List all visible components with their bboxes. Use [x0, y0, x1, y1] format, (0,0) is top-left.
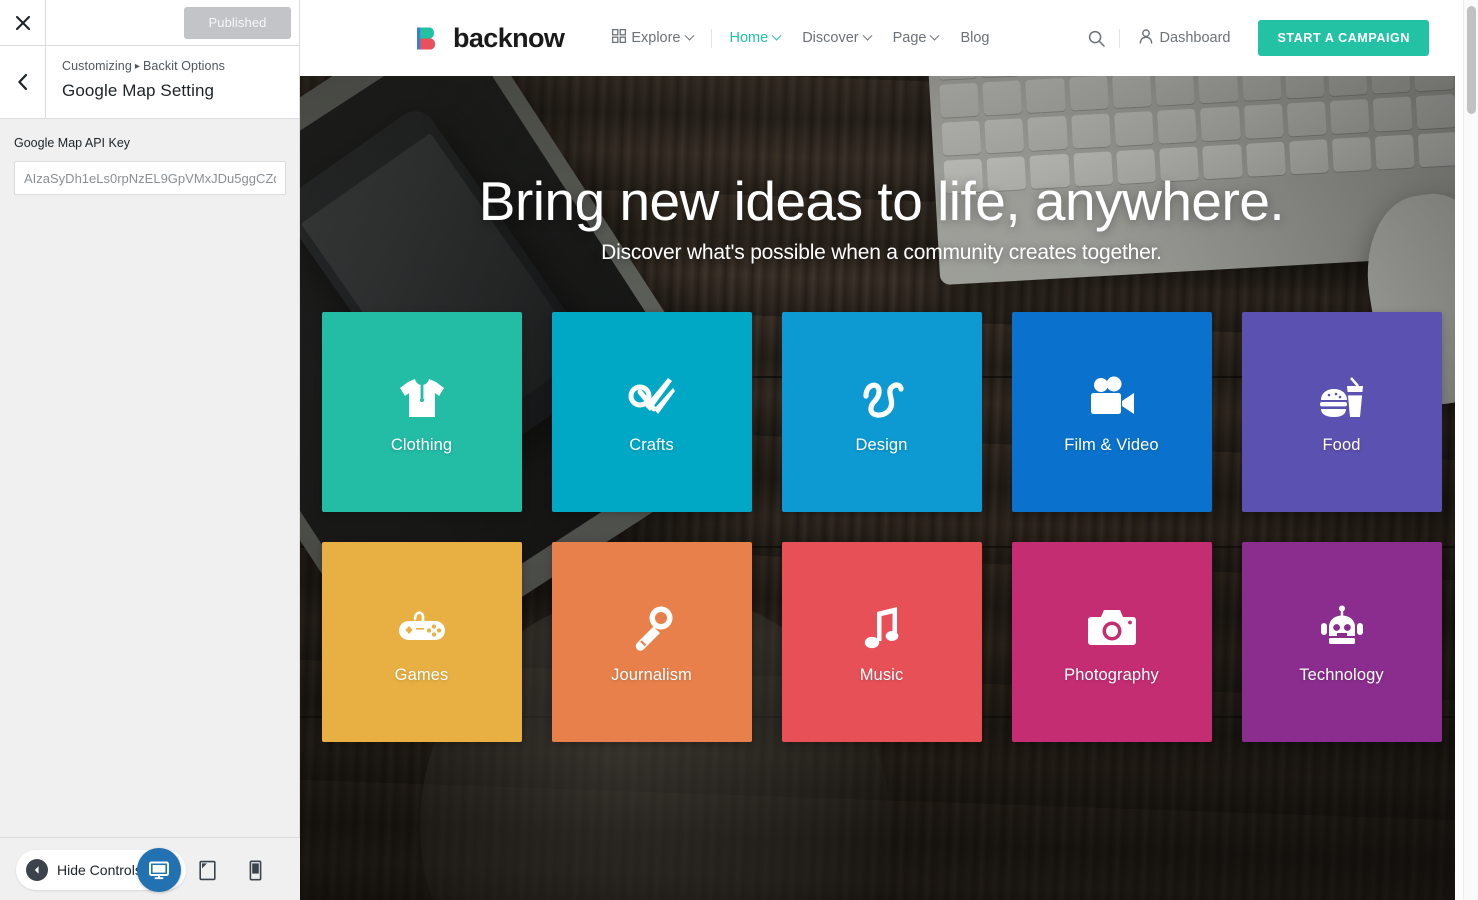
category-label: Design: [855, 435, 908, 454]
user-icon: [1139, 28, 1153, 48]
nav-item-discover[interactable]: Discover: [791, 30, 881, 46]
breadcrumb-section: Backit Options: [143, 59, 225, 73]
microphone-icon: [628, 600, 676, 656]
customizer-app: Published Customizing ▸ Backit Options Goo…: [0, 0, 1478, 900]
previewed-website: backnow Explore Home Discover Page Blog …: [300, 0, 1463, 900]
music-note-icon: [861, 600, 903, 656]
site-logo[interactable]: backnow: [417, 22, 565, 54]
category-tile-photography[interactable]: Photography: [1011, 542, 1212, 742]
category-label: Journalism: [611, 665, 692, 684]
customizer-footer: Hide Controls: [0, 837, 300, 900]
squiggle-icon: [858, 370, 906, 426]
dashboard-label: Dashboard: [1159, 30, 1231, 46]
nav-item-blog[interactable]: Blog: [949, 30, 1000, 46]
chevron-down-icon: [930, 30, 940, 41]
nav-label-discover: Discover: [802, 30, 859, 46]
category-label: Technology: [1299, 665, 1384, 684]
site-main-nav: Explore Home Discover Page Blog: [601, 28, 1000, 48]
hide-controls-label: Hide Controls: [57, 862, 142, 878]
category-label: Photography: [1064, 665, 1159, 684]
nav-item-page[interactable]: Page: [882, 30, 950, 46]
breadcrumb-root: Customizing: [62, 59, 132, 73]
burger-drink-icon: [1318, 370, 1366, 426]
publish-button[interactable]: Published: [184, 6, 291, 39]
category-tile-food[interactable]: Food: [1241, 312, 1442, 512]
caret-left-circle-icon: [26, 859, 48, 881]
category-label: Games: [394, 665, 449, 684]
nav-label-blog: Blog: [960, 30, 990, 46]
nav-label-explore: Explore: [631, 30, 681, 46]
hero-subtitle: Discover what's possible when a communit…: [601, 241, 1162, 264]
category-label: Clothing: [390, 435, 453, 454]
preview-scrollbar-thumb[interactable]: [1467, 6, 1476, 114]
chevron-left-icon[interactable]: [0, 46, 46, 118]
category-tile-crafts[interactable]: Crafts: [551, 312, 752, 512]
page-title: Google Map Setting: [62, 81, 215, 100]
mobile-icon[interactable]: [244, 859, 266, 881]
category-tile-music[interactable]: Music: [781, 542, 982, 742]
category-label: Music: [859, 665, 904, 684]
nav-label-page: Page: [892, 30, 927, 46]
category-tile-design[interactable]: Design: [781, 312, 982, 512]
customizer-topbar: Published: [0, 0, 299, 46]
category-tile-film-and-video[interactable]: Film & Video: [1011, 312, 1212, 512]
camera-icon: [1087, 600, 1137, 656]
category-tile-journalism[interactable]: Journalism: [551, 542, 752, 742]
category-label: Crafts: [629, 435, 674, 454]
breadcrumb: Customizing ▸ Backit Options: [62, 58, 285, 76]
site-brand-name: backnow: [453, 22, 565, 53]
chevron-down-icon: [684, 30, 694, 41]
nav-item-home[interactable]: Home: [719, 30, 792, 46]
preview-right-margin: [1455, 0, 1463, 900]
chevron-down-icon: [771, 30, 782, 41]
backnow-logo-icon: [417, 25, 444, 52]
category-tile-games[interactable]: Games: [321, 542, 522, 742]
site-header: backnow Explore Home Discover Page Blog …: [300, 0, 1463, 76]
hero-section: Bring new ideas to life, anywhere. Disco…: [300, 76, 1463, 900]
category-grid: Clothing Crafts Design Film & Video Food…: [321, 312, 1442, 742]
publish-area: Published: [46, 0, 299, 45]
category-label: Film & Video: [1064, 435, 1159, 454]
actions-divider: [1118, 28, 1120, 48]
nav-divider: [710, 28, 712, 48]
breadcrumb-separator: ▸: [134, 61, 140, 72]
category-tile-clothing[interactable]: Clothing: [321, 312, 522, 512]
device-preview-switcher: [137, 848, 266, 892]
customizer-sidebar: Published Customizing ▸ Backit Options Goo…: [0, 0, 300, 900]
site-header-actions: Dashboard START A CAMPAIGN: [1082, 20, 1429, 56]
scissors-icon: [628, 370, 676, 426]
desktop-icon[interactable]: [137, 848, 181, 892]
panel-titles: Customizing ▸ Backit Options Google Map Se…: [46, 46, 299, 118]
grid-icon: [612, 28, 627, 47]
gamepad-icon: [396, 600, 448, 656]
hero-copy: Bring new ideas to life, anywhere. Disco…: [300, 76, 1463, 265]
start-a-campaign-button[interactable]: START A CAMPAIGN: [1258, 20, 1429, 56]
customizer-controls: Google Map API Key: [0, 119, 299, 900]
video-camera-icon: [1087, 370, 1137, 426]
nav-item-explore[interactable]: Explore: [601, 28, 703, 47]
tshirt-icon: [398, 370, 446, 426]
nav-label-home: Home: [729, 30, 769, 46]
hero-title: Bring new ideas to life, anywhere.: [478, 170, 1285, 232]
tablet-icon[interactable]: [196, 859, 218, 881]
category-label: Food: [1322, 435, 1361, 454]
google-map-api-key-input[interactable]: [14, 161, 286, 195]
chevron-down-icon: [862, 30, 873, 41]
close-icon[interactable]: [0, 0, 46, 45]
preview-scrollbar[interactable]: [1463, 0, 1478, 900]
site-preview-frame[interactable]: backnow Explore Home Discover Page Blog …: [300, 0, 1478, 900]
category-tile-technology[interactable]: Technology: [1241, 542, 1442, 742]
customizer-panel-header: Customizing ▸ Backit Options Google Map Se…: [0, 46, 299, 119]
dashboard-link[interactable]: Dashboard: [1127, 28, 1243, 48]
robot-icon: [1318, 600, 1366, 656]
search-icon[interactable]: [1082, 23, 1112, 53]
google-map-api-key-label: Google Map API Key: [14, 136, 131, 150]
